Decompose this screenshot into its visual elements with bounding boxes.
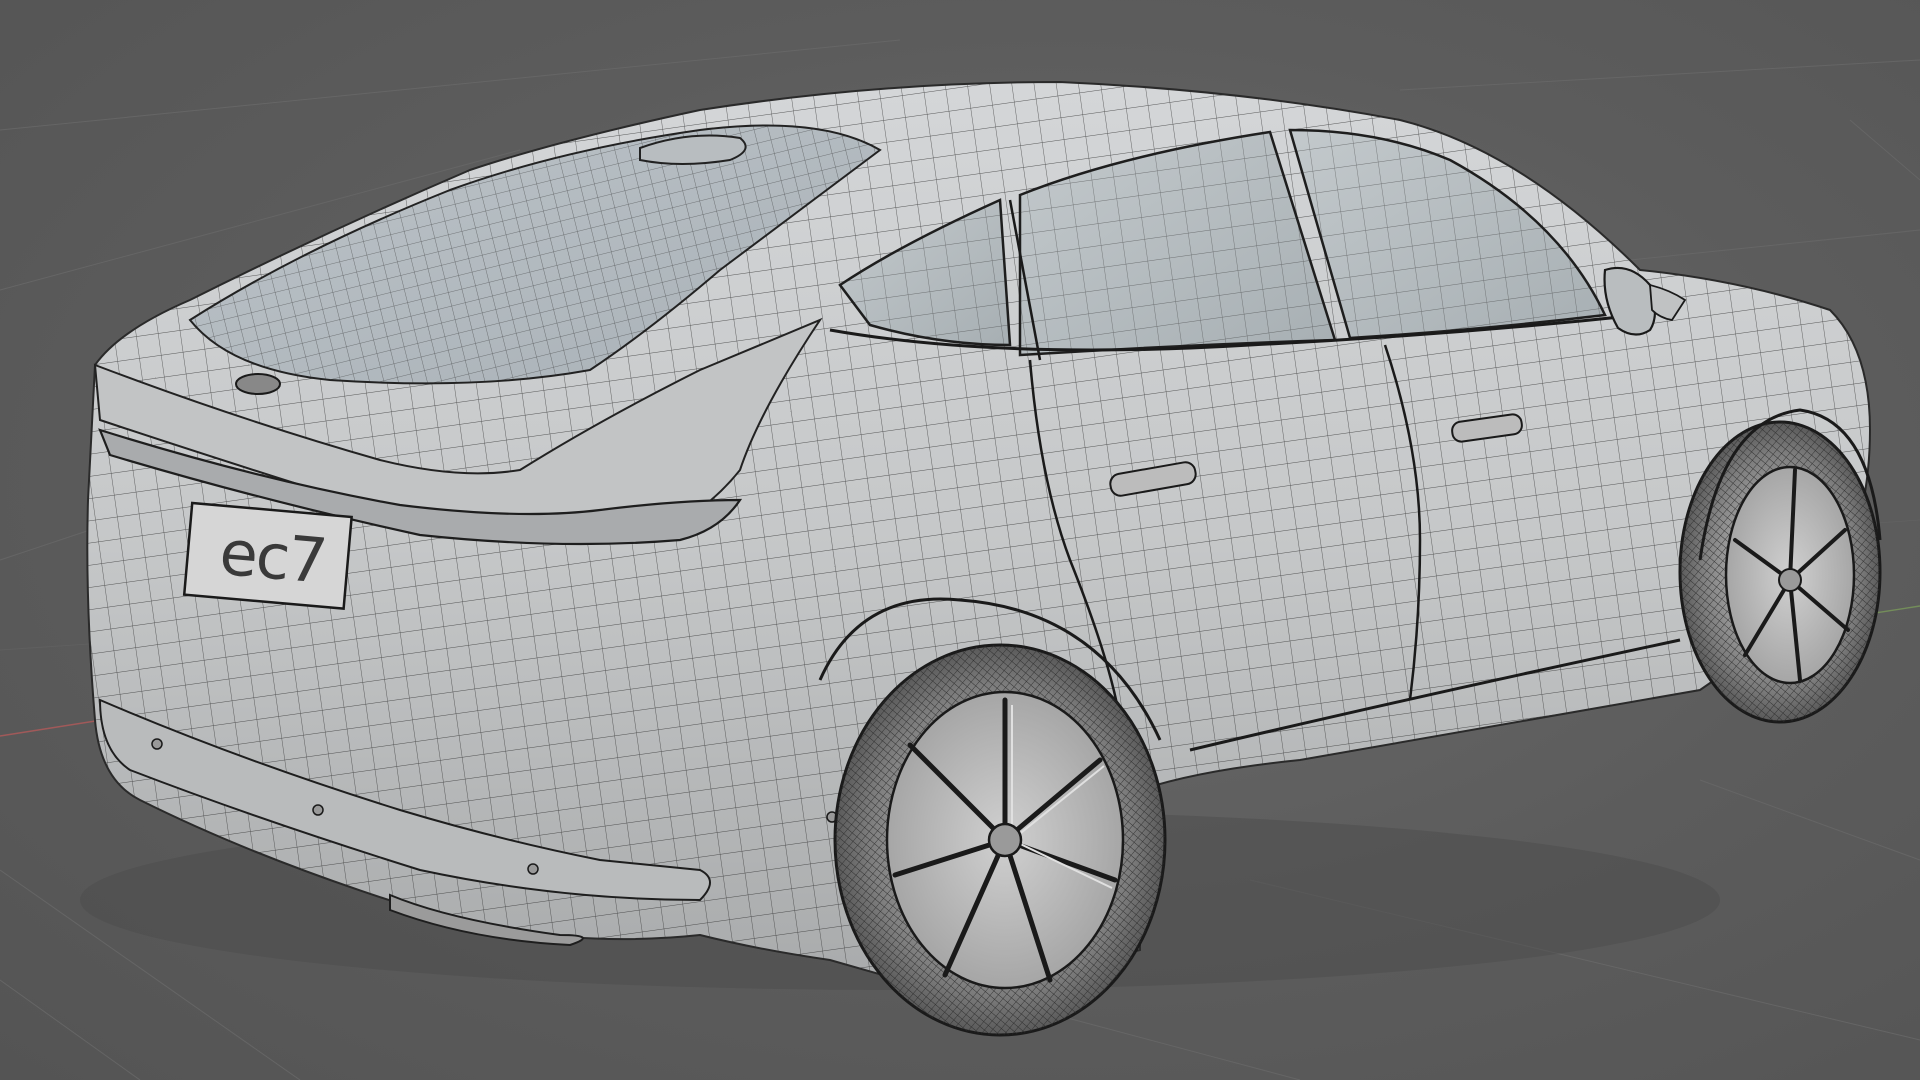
parking-sensor bbox=[151, 738, 163, 750]
license-plate: ec7 bbox=[182, 501, 353, 610]
plate-text: ec7 bbox=[217, 516, 329, 598]
rear-hub bbox=[987, 822, 1023, 858]
parking-sensor bbox=[527, 863, 539, 875]
front-hub bbox=[1778, 568, 1802, 592]
parking-sensor bbox=[312, 804, 324, 816]
rear-emblem bbox=[235, 373, 281, 395]
3d-viewport[interactable]: ec7 bbox=[0, 0, 1920, 1080]
front-wheel[interactable] bbox=[1678, 420, 1882, 724]
viewport-canvas[interactable]: ec7 bbox=[0, 0, 1920, 1080]
rear-wheel[interactable] bbox=[833, 643, 1167, 1037]
